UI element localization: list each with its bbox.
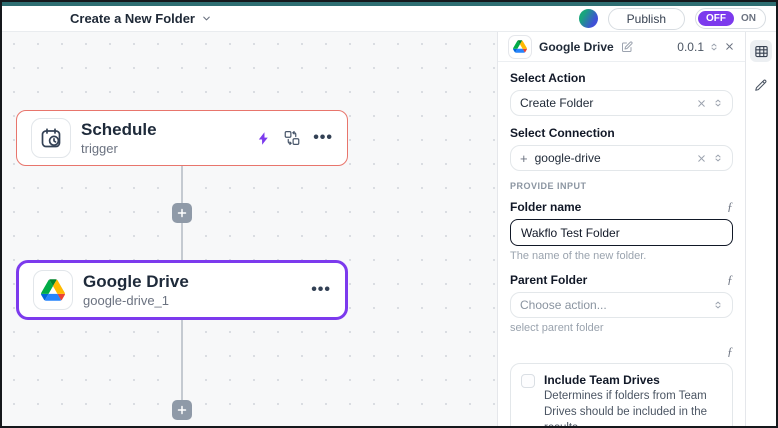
toggle-off-label[interactable]: OFF (698, 11, 734, 26)
app-window: Create a New Folder Publish OFF ON Sched… (0, 0, 778, 428)
connection-select-value: google-drive (534, 151, 601, 166)
node-title: Schedule (81, 120, 157, 140)
chevron-updown-icon (715, 99, 721, 107)
version-selector[interactable]: 0.0.1 (677, 40, 735, 54)
add-connection-icon[interactable]: + (520, 151, 528, 166)
node-subtitle: trigger (81, 140, 118, 156)
chevron-updown-icon (715, 154, 721, 162)
parent-folder-label: Parent Folder (510, 272, 588, 287)
node-schedule-trigger[interactable]: Schedule trigger ••• (16, 110, 348, 166)
node-texts: Google Drive google-drive_1 (83, 271, 189, 309)
function-icon[interactable]: ƒ (727, 344, 733, 359)
function-icon[interactable]: ƒ (727, 272, 733, 287)
select-connection-label: Select Connection (510, 126, 615, 141)
node-menu-button[interactable]: ••• (311, 281, 331, 299)
workflow-canvas[interactable]: Schedule trigger ••• Google Drive google… (2, 32, 497, 426)
connection-select[interactable]: + google-drive (510, 145, 733, 172)
side-ribbon (745, 32, 776, 426)
chevron-updown-icon (711, 43, 717, 51)
panel-body: Select Action Create Folder Select Conne… (498, 62, 745, 426)
parent-folder-placeholder: Choose action... (520, 298, 607, 313)
node-menu-button[interactable]: ••• (313, 129, 333, 147)
step-config-panel: Google Drive 0.0.1 Select Action Create … (497, 32, 745, 426)
select-action-label: Select Action (510, 71, 586, 86)
google-drive-icon (508, 34, 532, 59)
calendar-clock-icon (31, 118, 71, 158)
chevron-down-icon (201, 13, 212, 24)
swap-steps-icon[interactable] (283, 129, 301, 147)
header-actions: Publish OFF ON (578, 7, 766, 30)
include-team-drives-field[interactable]: Include Team Drives Determines if folder… (510, 363, 733, 426)
version-number: 0.0.1 (677, 39, 704, 54)
user-avatar[interactable] (578, 9, 598, 28)
connector-line (181, 320, 183, 400)
publish-button[interactable]: Publish (607, 7, 685, 30)
close-panel-icon[interactable] (724, 41, 735, 52)
google-drive-icon (33, 270, 73, 310)
node-texts: Schedule trigger (81, 119, 157, 157)
folder-name-label: Folder name (510, 199, 582, 214)
include-team-drives-checkbox[interactable] (521, 374, 535, 389)
check-texts: Include Team Drives Determines if folder… (544, 373, 722, 426)
rename-step-icon[interactable] (621, 41, 633, 53)
workflow-title: Create a New Folder (70, 11, 195, 26)
action-select[interactable]: Create Folder (510, 90, 733, 117)
clear-icon[interactable] (696, 98, 707, 109)
add-step-button[interactable] (172, 400, 192, 420)
data-table-icon[interactable] (750, 40, 772, 62)
clear-icon[interactable] (696, 153, 707, 164)
action-select-value: Create Folder (520, 96, 594, 111)
top-header: Create a New Folder Publish OFF ON (2, 6, 776, 32)
node-title: Google Drive (83, 272, 189, 292)
provide-input-section-label: PROVIDE INPUT (510, 181, 587, 192)
function-icon[interactable]: ƒ (727, 199, 733, 214)
toggle-on-label[interactable]: ON (734, 11, 763, 26)
workflow-title-menu[interactable]: Create a New Folder (70, 11, 212, 26)
folder-name-helper: The name of the new folder. (510, 250, 647, 263)
node-subtitle: google-drive_1 (83, 292, 170, 308)
workflow-enable-toggle[interactable]: OFF ON (695, 8, 766, 29)
node-google-drive[interactable]: Google Drive google-drive_1 ••• (16, 260, 348, 320)
folder-name-input[interactable] (510, 219, 733, 247)
node-actions: ••• (311, 281, 331, 299)
parent-folder-helper: select parent folder (510, 322, 604, 335)
edit-pencil-icon[interactable] (750, 74, 772, 96)
panel-header: Google Drive 0.0.1 (498, 32, 745, 63)
panel-app-name: Google Drive (539, 39, 614, 54)
add-step-button[interactable] (172, 203, 192, 223)
include-team-drives-label: Include Team Drives (544, 373, 660, 388)
parent-folder-select[interactable]: Choose action... (510, 292, 733, 319)
lightning-bolt-icon[interactable] (256, 131, 271, 146)
chevron-updown-icon (715, 301, 721, 309)
node-actions: ••• (256, 129, 333, 147)
include-team-drives-description: Determines if folders from Team Drives s… (544, 390, 708, 426)
